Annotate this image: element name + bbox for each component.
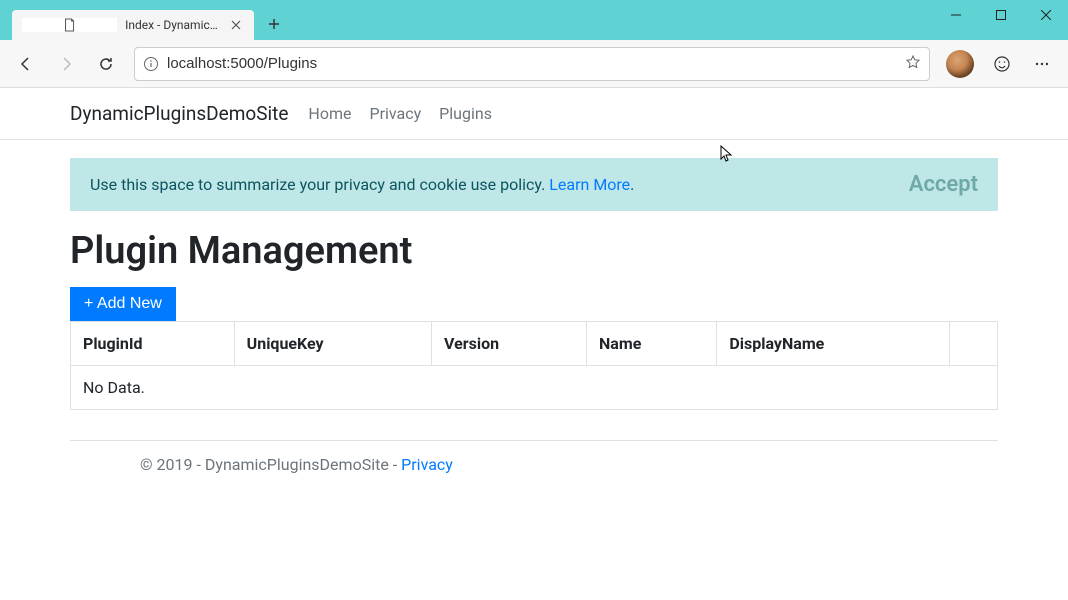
th-name: Name — [586, 322, 716, 366]
brand-link[interactable]: DynamicPluginsDemoSite — [70, 102, 288, 125]
site-navbar: DynamicPluginsDemoSite Home Privacy Plug… — [0, 88, 1068, 140]
window-minimize-button[interactable] — [933, 0, 978, 30]
accept-button[interactable]: Accept — [909, 172, 978, 197]
th-displayname: DisplayName — [717, 322, 949, 366]
refresh-button[interactable] — [88, 46, 124, 82]
back-button[interactable] — [8, 46, 44, 82]
tab-close-icon[interactable] — [228, 17, 244, 33]
table-row-empty: No Data. — [71, 366, 998, 410]
learn-more-link[interactable]: Learn More — [549, 175, 630, 194]
th-version: Version — [432, 322, 587, 366]
cookie-banner-text: Use this space to summarize your privacy… — [90, 175, 634, 194]
browser-toolbar — [0, 40, 1068, 88]
cookie-banner: Use this space to summarize your privacy… — [70, 158, 998, 211]
url-input[interactable] — [167, 55, 897, 72]
page-icon — [22, 18, 117, 32]
page-content: DynamicPluginsDemoSite Home Privacy Plug… — [0, 88, 1068, 600]
page-title: Plugin Management — [70, 229, 998, 273]
site-info-icon[interactable] — [143, 56, 159, 72]
empty-cell: No Data. — [71, 366, 998, 410]
window-maximize-button[interactable] — [978, 0, 1023, 30]
menu-button[interactable] — [1024, 46, 1060, 82]
nav-link-home[interactable]: Home — [308, 104, 351, 123]
new-tab-button[interactable] — [260, 10, 288, 38]
plugins-table: PluginId UniqueKey Version Name DisplayN… — [70, 321, 998, 410]
browser-tab[interactable]: Index - DynamicPluginsDemoSite — [12, 10, 254, 40]
browser-titlebar: Index - DynamicPluginsDemoSite — [0, 0, 1068, 40]
th-uniquekey: UniqueKey — [234, 322, 431, 366]
tab-title: Index - DynamicPluginsDemoSite — [125, 18, 220, 32]
address-bar[interactable] — [134, 47, 930, 81]
feedback-icon[interactable] — [984, 46, 1020, 82]
nav-link-privacy[interactable]: Privacy — [369, 104, 421, 123]
favorite-icon[interactable] — [905, 54, 921, 74]
window-close-button[interactable] — [1023, 0, 1068, 30]
th-pluginid: PluginId — [71, 322, 235, 366]
profile-avatar[interactable] — [946, 50, 974, 78]
th-actions — [949, 322, 997, 366]
footer-privacy-link[interactable]: Privacy — [401, 455, 453, 474]
forward-button[interactable] — [48, 46, 84, 82]
site-footer: © 2019 - DynamicPluginsDemoSite - Privac… — [70, 440, 998, 488]
nav-link-plugins[interactable]: Plugins — [439, 104, 492, 123]
add-new-button[interactable]: + Add New — [70, 287, 176, 321]
